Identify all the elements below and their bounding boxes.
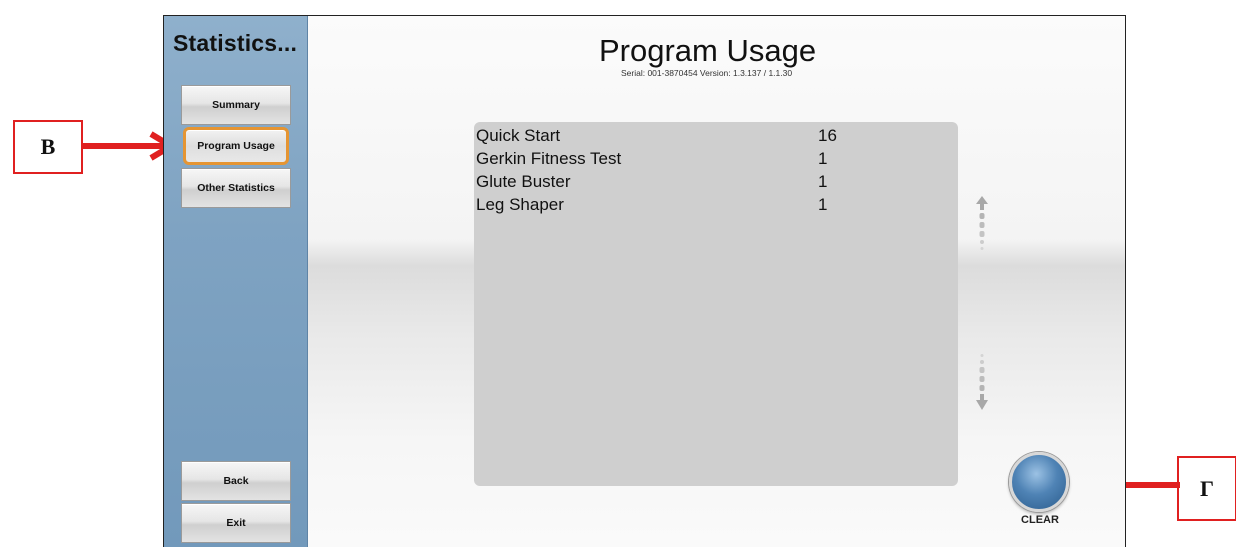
program-name: Quick Start [476, 126, 561, 145]
other-statistics-button[interactable]: Other Statistics [181, 168, 291, 208]
page-title: Program Usage [599, 33, 817, 68]
serial-version-info: Serial: 001-3870454 Version: 1.3.137 / 1… [621, 68, 793, 78]
program-name: Gerkin Fitness Test [476, 149, 622, 168]
back-button[interactable]: Back [181, 461, 291, 501]
clear-button[interactable] [1009, 452, 1069, 512]
program-usage-list: Quick Start 16 Gerkin Fitness Test 1 Glu… [474, 122, 958, 486]
summary-button[interactable]: Summary [181, 85, 291, 125]
callout-g-label: Г [1200, 475, 1214, 501]
list-item: Gerkin Fitness Test 1 [474, 149, 958, 171]
down-arrow-icon[interactable] [976, 352, 988, 412]
list-item: Quick Start 16 [474, 126, 958, 148]
callout-g: Г [1177, 456, 1236, 521]
list-item: Glute Buster 1 [474, 172, 958, 194]
program-count: 1 [818, 172, 828, 191]
program-name: Glute Buster [476, 172, 571, 191]
list-item: Leg Shaper 1 [474, 195, 958, 217]
program-name: Leg Shaper [476, 195, 564, 214]
program-count: 1 [818, 149, 828, 168]
program-usage-button-label: Program Usage [197, 140, 275, 152]
exit-button-label: Exit [226, 517, 246, 529]
program-count: 1 [818, 195, 828, 214]
exit-button[interactable]: Exit [181, 503, 291, 543]
sidebar-title: Statistics... [173, 30, 298, 56]
callout-b: B [13, 120, 83, 174]
sidebar: Statistics... Summary Program Usage Othe… [164, 16, 308, 547]
device-screen: Statistics... Summary Program Usage Othe… [163, 15, 1126, 547]
other-statistics-button-label: Other Statistics [197, 182, 275, 194]
back-button-label: Back [223, 475, 249, 487]
callout-b-label: B [40, 134, 56, 159]
up-arrow-icon[interactable] [976, 196, 988, 256]
program-count: 16 [818, 126, 837, 145]
program-usage-button[interactable]: Program Usage [183, 127, 289, 165]
clear-button-label: CLEAR [1021, 514, 1059, 526]
summary-button-label: Summary [212, 99, 260, 111]
